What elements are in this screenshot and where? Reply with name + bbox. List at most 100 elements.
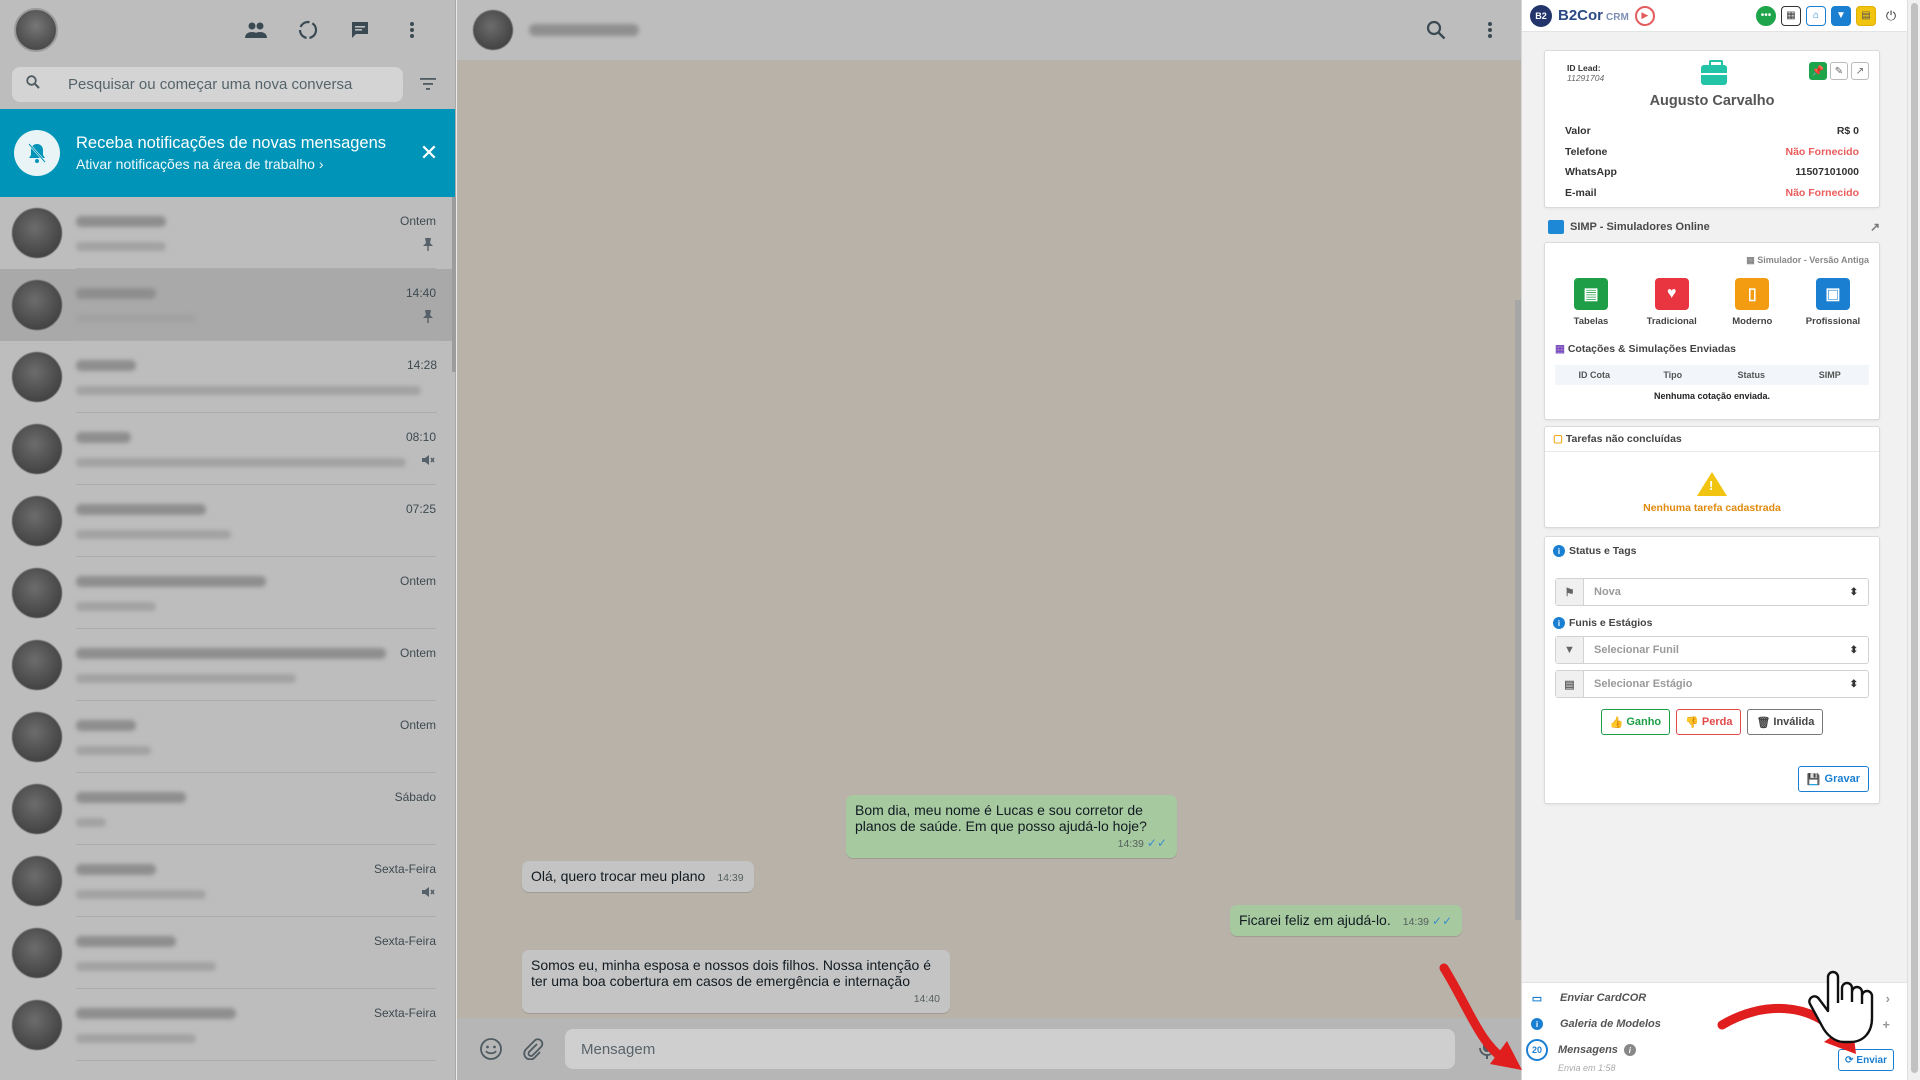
document-icon: ▤ [1574,278,1608,310]
message-text: Bom dia, meu nome é Lucas e sou corretor… [855,802,1147,834]
search-icon[interactable] [1423,17,1449,43]
stage-select[interactable]: ▤ Selecionar Estágio ⬍ [1555,670,1869,698]
chat-name-blurred [76,862,374,876]
chat-name-blurred [76,286,406,300]
lost-button[interactable]: 👎 Perda [1676,709,1742,735]
send-in-timer: Envia em 1:58 [1558,1063,1616,1073]
chat-time: 08:10 [405,429,436,444]
info-icon: i [1530,1017,1544,1031]
power-icon[interactable]: ⏻ [1881,6,1901,26]
open-lead-button[interactable]: ↗ [1851,62,1869,80]
whatsapp-chat-icon[interactable]: ••• [1756,5,1776,26]
chat-time: Sexta-Feira [373,861,436,876]
info-icon: i [1553,617,1565,629]
close-icon[interactable]: ✕ [417,140,441,165]
my-avatar[interactable] [14,8,58,52]
menu-icon[interactable] [1477,17,1503,43]
notification-banner[interactable]: Receba notificações de novas mensagens A… [0,109,455,197]
simp-tile-tabelas[interactable]: ▤ Tabelas [1557,278,1625,327]
contact-avatar[interactable] [473,10,513,50]
simp-old-version-link[interactable]: ▦ Simulador - Versão Antiga [1746,255,1869,266]
quotes-empty: Nenhuma cotação enviada. [1653,391,1771,401]
chat-time: Sexta-Feira [373,933,436,948]
chat-list-item[interactable]: Sábado [0,773,452,845]
invalid-button[interactable]: 🗑 Inválida [1747,709,1824,735]
attach-icon[interactable] [519,1035,547,1063]
message-in[interactable]: Somos eu, minha esposa e nossos dois fil… [522,950,950,1013]
message-out[interactable]: Bom dia, meu nome é Lucas e sou corretor… [846,795,1177,858]
edit-lead-button[interactable]: ✎ [1830,62,1848,80]
id-card-icon: ▭ [1531,992,1543,1005]
chat-time: 14:28 [406,357,437,372]
gallery-row[interactable]: i Galeria de Modelos + [1522,1011,1908,1037]
search-input[interactable]: Pesquisar ou começar uma nova conversa [12,66,403,102]
emoji-icon[interactable] [477,1035,505,1063]
thumbs-up-icon: 👍 [1609,716,1624,729]
left-header [0,0,455,60]
play-icon[interactable]: ▶ [1634,5,1655,26]
chat-list-item[interactable]: Ontem [0,629,452,701]
chat-list-item[interactable]: Sexta-Feira [0,845,452,917]
chat-avatar [12,856,62,906]
pin-icon [420,308,436,324]
funnel-select[interactable]: ▼ Selecionar Funil ⬍ [1555,636,1869,664]
communities-icon[interactable] [243,17,269,43]
thumbs-down-icon: 👎 [1685,716,1699,729]
chat-list-item[interactable]: Ontem [0,557,452,629]
simp-header: SIMP - Simuladores Online ↗ [1544,217,1880,237]
notification-link[interactable]: Ativar notificações na área de trabalho … [76,156,417,172]
chat-list-item[interactable]: Ontem [0,197,452,269]
message-in[interactable]: Olá, quero trocar meu plano 14:39 [522,861,754,892]
chat-avatar [12,1000,62,1050]
simp-tile-profissional[interactable]: ▣ Profissional [1799,278,1867,327]
sort-arrows-icon: ⬍ [1849,586,1858,598]
pin-lead-button[interactable]: 📌 [1809,62,1827,80]
message-out[interactable]: Ficarei feliz em ajudá-lo. 14:39 ✓✓ [1230,905,1463,936]
status-title: i Status e Tags [1553,545,1637,557]
won-button[interactable]: 👍 Ganho [1600,709,1671,735]
external-link-icon[interactable]: ↗ [1870,220,1880,234]
chat-list-item[interactable]: 14:28 [0,341,452,413]
filter-icon[interactable] [413,69,443,99]
chat-list-item[interactable]: 08:10 [0,413,452,485]
message-text: Ficarei feliz em ajudá-lo. [1239,912,1391,928]
simp-tile-moderno[interactable]: ▯ Moderno [1718,278,1786,327]
sort-arrows-icon: ⬍ [1849,678,1858,690]
tasks-title: ▢ Tarefas não concluídas [1545,427,1879,452]
grid-icon[interactable]: ▦ [1781,5,1801,26]
chat-time: 07:25 [405,501,436,516]
simp-title: SIMP - Simuladores Online [1570,221,1710,233]
crm-scrollbar[interactable] [1907,0,1920,1080]
status-icon[interactable] [295,17,321,43]
pin-icon [420,236,436,252]
message-input[interactable]: Mensagem [565,1029,1455,1069]
simp-tile-tradicional[interactable]: ♥ Tradicional [1638,278,1706,327]
chat-preview-blurred [76,310,420,323]
chat-list-item[interactable]: Sexta-Feira [0,917,452,989]
chat-list-item[interactable]: Sexta-Feira [0,989,452,1061]
crm-bottom-actions: ▭ Enviar CardCOR › i Galeria de Modelos + 20… [1522,982,1908,1080]
chat-list-scrollbar[interactable] [452,197,456,372]
message-time: 14:40 [913,993,940,1005]
trash-icon: 🗑 [1756,716,1771,729]
status-select[interactable]: ⚑ Nova ⬍ [1555,578,1869,606]
double-check-icon: ✓✓ [1146,836,1167,850]
calendar-icon[interactable]: ▤ [1856,5,1876,26]
chat-list-item[interactable]: 07:25 [0,485,452,557]
microphone-icon[interactable] [1473,1035,1501,1063]
conversation-header[interactable] [457,0,1521,60]
inbox-icon[interactable]: ⌂ [1806,5,1826,26]
send-cardcor-row[interactable]: ▭ Enviar CardCOR › [1522,985,1908,1011]
new-chat-icon[interactable] [347,17,373,43]
chat-list-item[interactable]: Ontem [0,701,452,773]
lead-row-phone: Telefone Não Fornecido [1565,145,1859,158]
chat-list-item[interactable]: 14:40 [0,269,452,341]
send-button[interactable]: ⟳ Enviar [1838,1049,1894,1071]
message-time: 14:39 ✓✓ [1117,836,1167,850]
contact-name-blurred [529,24,639,36]
menu-icon[interactable] [399,17,425,43]
funnel-icon[interactable]: ▼ [1831,5,1851,26]
save-button[interactable]: 💾 Gravar [1797,766,1869,792]
muted-bell-icon [14,130,60,176]
briefcase-icon [1701,60,1727,85]
